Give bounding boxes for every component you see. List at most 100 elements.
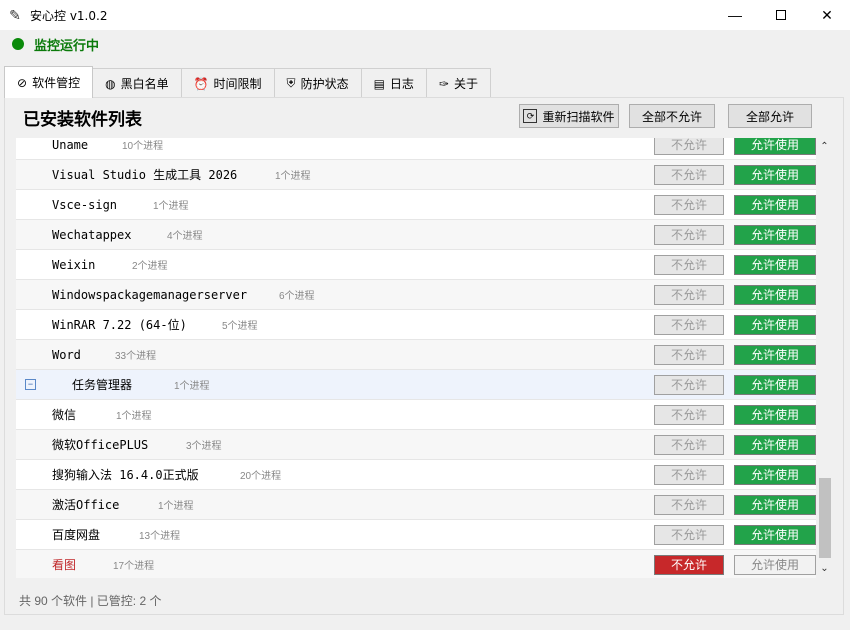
allow-button[interactable]: 允许使用 (734, 254, 816, 275)
list-item: Wechatappex 4个进程 不允许 允许使用 (16, 220, 816, 250)
scroll-down-icon[interactable]: ⌄ (816, 562, 833, 576)
deny-button[interactable]: 不允许 (654, 224, 724, 245)
pin-icon: ✑ (438, 76, 449, 91)
list-item: WinRAR 7.22 (64-位) 5个进程 不允许 允许使用 (16, 310, 816, 340)
allow-button[interactable]: 允许使用 (734, 314, 816, 335)
software-name: Uname (52, 138, 89, 152)
process-count: 2个进程 (132, 261, 168, 272)
list-item: 搜狗输入法 16.4.0正式版 20个进程 不允许 允许使用 (16, 460, 816, 490)
deny-button[interactable]: 不允许 (654, 554, 724, 575)
software-name: 任务管理器 (72, 378, 133, 392)
rescan-button[interactable]: ⟳ 重新扫描软件 (519, 104, 619, 128)
title-bar: ✎ 安心控 v1.0.2 — ✕ (0, 0, 850, 30)
list-item: 微信 1个进程 不允许 允许使用 (16, 400, 816, 430)
list-item: Word 33个进程 不允许 允许使用 (16, 340, 816, 370)
software-name: 搜狗输入法 16.4.0正式版 (52, 468, 199, 482)
allow-button[interactable]: 允许使用 (734, 554, 816, 575)
allow-button[interactable]: 允许使用 (734, 464, 816, 485)
status-text: 监控运行中 (34, 37, 100, 53)
monitor-status: 监控运行中 (0, 30, 850, 58)
allow-button[interactable]: 允许使用 (734, 434, 816, 455)
deny-button[interactable]: 不允许 (654, 194, 724, 215)
list-item: 百度网盘 13个进程 不允许 允许使用 (16, 520, 816, 550)
alarm-clock-icon: ⏰ (193, 76, 209, 91)
process-count: 6个进程 (279, 291, 315, 302)
list-item-denied: 看图 17个进程 不允许 允许使用 (16, 550, 816, 578)
tab-software-control[interactable]: ⊘ 软件管控 (4, 66, 94, 98)
tab-time-limit[interactable]: ⏰ 时间限制 (180, 68, 275, 98)
software-control-panel: 已安装软件列表 ⟳ 重新扫描软件 全部不允许 全部允许 Uname 10个进程 … (4, 97, 844, 615)
allow-button[interactable]: 允许使用 (734, 494, 816, 515)
list-item: Uname 10个进程 不允许 允许使用 (16, 138, 816, 160)
tab-label: 黑白名单 (120, 77, 169, 91)
list-item: Vsce-sign 1个进程 不允许 允许使用 (16, 190, 816, 220)
deny-button[interactable]: 不允许 (654, 164, 724, 185)
globe-icon: ◍ (105, 76, 116, 91)
process-count: 13个进程 (139, 531, 181, 542)
process-count: 1个进程 (116, 411, 152, 422)
allow-button[interactable]: 允许使用 (734, 524, 816, 545)
deny-button[interactable]: 不允许 (654, 494, 724, 515)
deny-button[interactable]: 不允许 (654, 284, 724, 305)
software-name: WinRAR 7.22 (64-位) (52, 318, 187, 332)
allow-button[interactable]: 允许使用 (734, 138, 816, 155)
software-name: 微信 (52, 408, 77, 422)
allow-button[interactable]: 允许使用 (734, 224, 816, 245)
block-icon: ⊘ (17, 75, 28, 90)
deny-button[interactable]: 不允许 (654, 404, 724, 425)
scroll-thumb[interactable] (819, 478, 831, 558)
deny-button[interactable]: 不允许 (654, 254, 724, 275)
list-item: Visual Studio 生成工具 2026 1个进程 不允许 允许使用 (16, 160, 816, 190)
software-name: Visual Studio 生成工具 2026 (52, 168, 238, 182)
scroll-up-icon[interactable]: ⌃ (816, 140, 833, 154)
maximize-icon (776, 10, 786, 20)
close-button[interactable]: ✕ (804, 0, 850, 30)
tab-about[interactable]: ✑ 关于 (425, 68, 492, 98)
deny-button[interactable]: 不允许 (654, 138, 724, 155)
process-count: 17个进程 (113, 561, 155, 572)
process-count: 3个进程 (186, 441, 222, 452)
process-count: 5个进程 (222, 321, 258, 332)
allow-button[interactable]: 允许使用 (734, 164, 816, 185)
list-scrollbar[interactable]: ⌃ ⌄ (816, 138, 833, 578)
allow-all-button[interactable]: 全部允许 (728, 104, 812, 128)
allow-button[interactable]: 允许使用 (734, 284, 816, 305)
tab-bar: ⊘ 软件管控 ◍ 黑白名单 ⏰ 时间限制 ⛨ 防护状态 ▤ 日志 ✑ 关于 (4, 66, 492, 98)
allow-button[interactable]: 允许使用 (734, 374, 816, 395)
tab-protection-status[interactable]: ⛨ 防护状态 (273, 68, 362, 98)
allow-button[interactable]: 允许使用 (734, 344, 816, 365)
tab-label: 关于 (454, 77, 479, 91)
tab-label: 软件管控 (32, 76, 81, 90)
deny-button[interactable]: 不允许 (654, 524, 724, 545)
deny-button[interactable]: 不允许 (654, 464, 724, 485)
tab-label: 时间限制 (213, 77, 262, 91)
tab-log[interactable]: ▤ 日志 (360, 68, 427, 98)
process-count: 1个进程 (158, 501, 194, 512)
minimize-button[interactable]: — (712, 0, 758, 30)
process-count: 10个进程 (122, 141, 164, 152)
deny-all-button[interactable]: 全部不允许 (629, 104, 715, 128)
tab-label: 防护状态 (300, 77, 349, 91)
software-name: 激活Office (52, 498, 120, 512)
allow-button[interactable]: 允许使用 (734, 404, 816, 425)
software-name: Word (52, 347, 81, 362)
software-name: 看图 (52, 558, 77, 572)
software-name: Windowspackagemanagerserver (52, 287, 248, 302)
rescan-icon: ⟳ (523, 109, 538, 123)
list-item-group[interactable]: − 任务管理器 1个进程 不允许 允许使用 (16, 370, 816, 400)
deny-button[interactable]: 不允许 (654, 434, 724, 455)
allow-button[interactable]: 允许使用 (734, 194, 816, 215)
process-count: 20个进程 (240, 471, 282, 482)
status-dot-icon (12, 38, 24, 50)
clipboard-icon: ▤ (373, 76, 385, 91)
deny-button[interactable]: 不允许 (654, 374, 724, 395)
close-icon: ✕ (821, 6, 833, 23)
maximize-button[interactable] (758, 0, 804, 30)
tab-black-white-list[interactable]: ◍ 黑白名单 (92, 68, 182, 98)
software-name: Vsce-sign (52, 197, 118, 212)
collapse-icon[interactable]: − (25, 379, 36, 390)
list-item: Weixin 2个进程 不允许 允许使用 (16, 250, 816, 280)
list-item: 激活Office 1个进程 不允许 允许使用 (16, 490, 816, 520)
deny-button[interactable]: 不允许 (654, 344, 724, 365)
deny-button[interactable]: 不允许 (654, 314, 724, 335)
